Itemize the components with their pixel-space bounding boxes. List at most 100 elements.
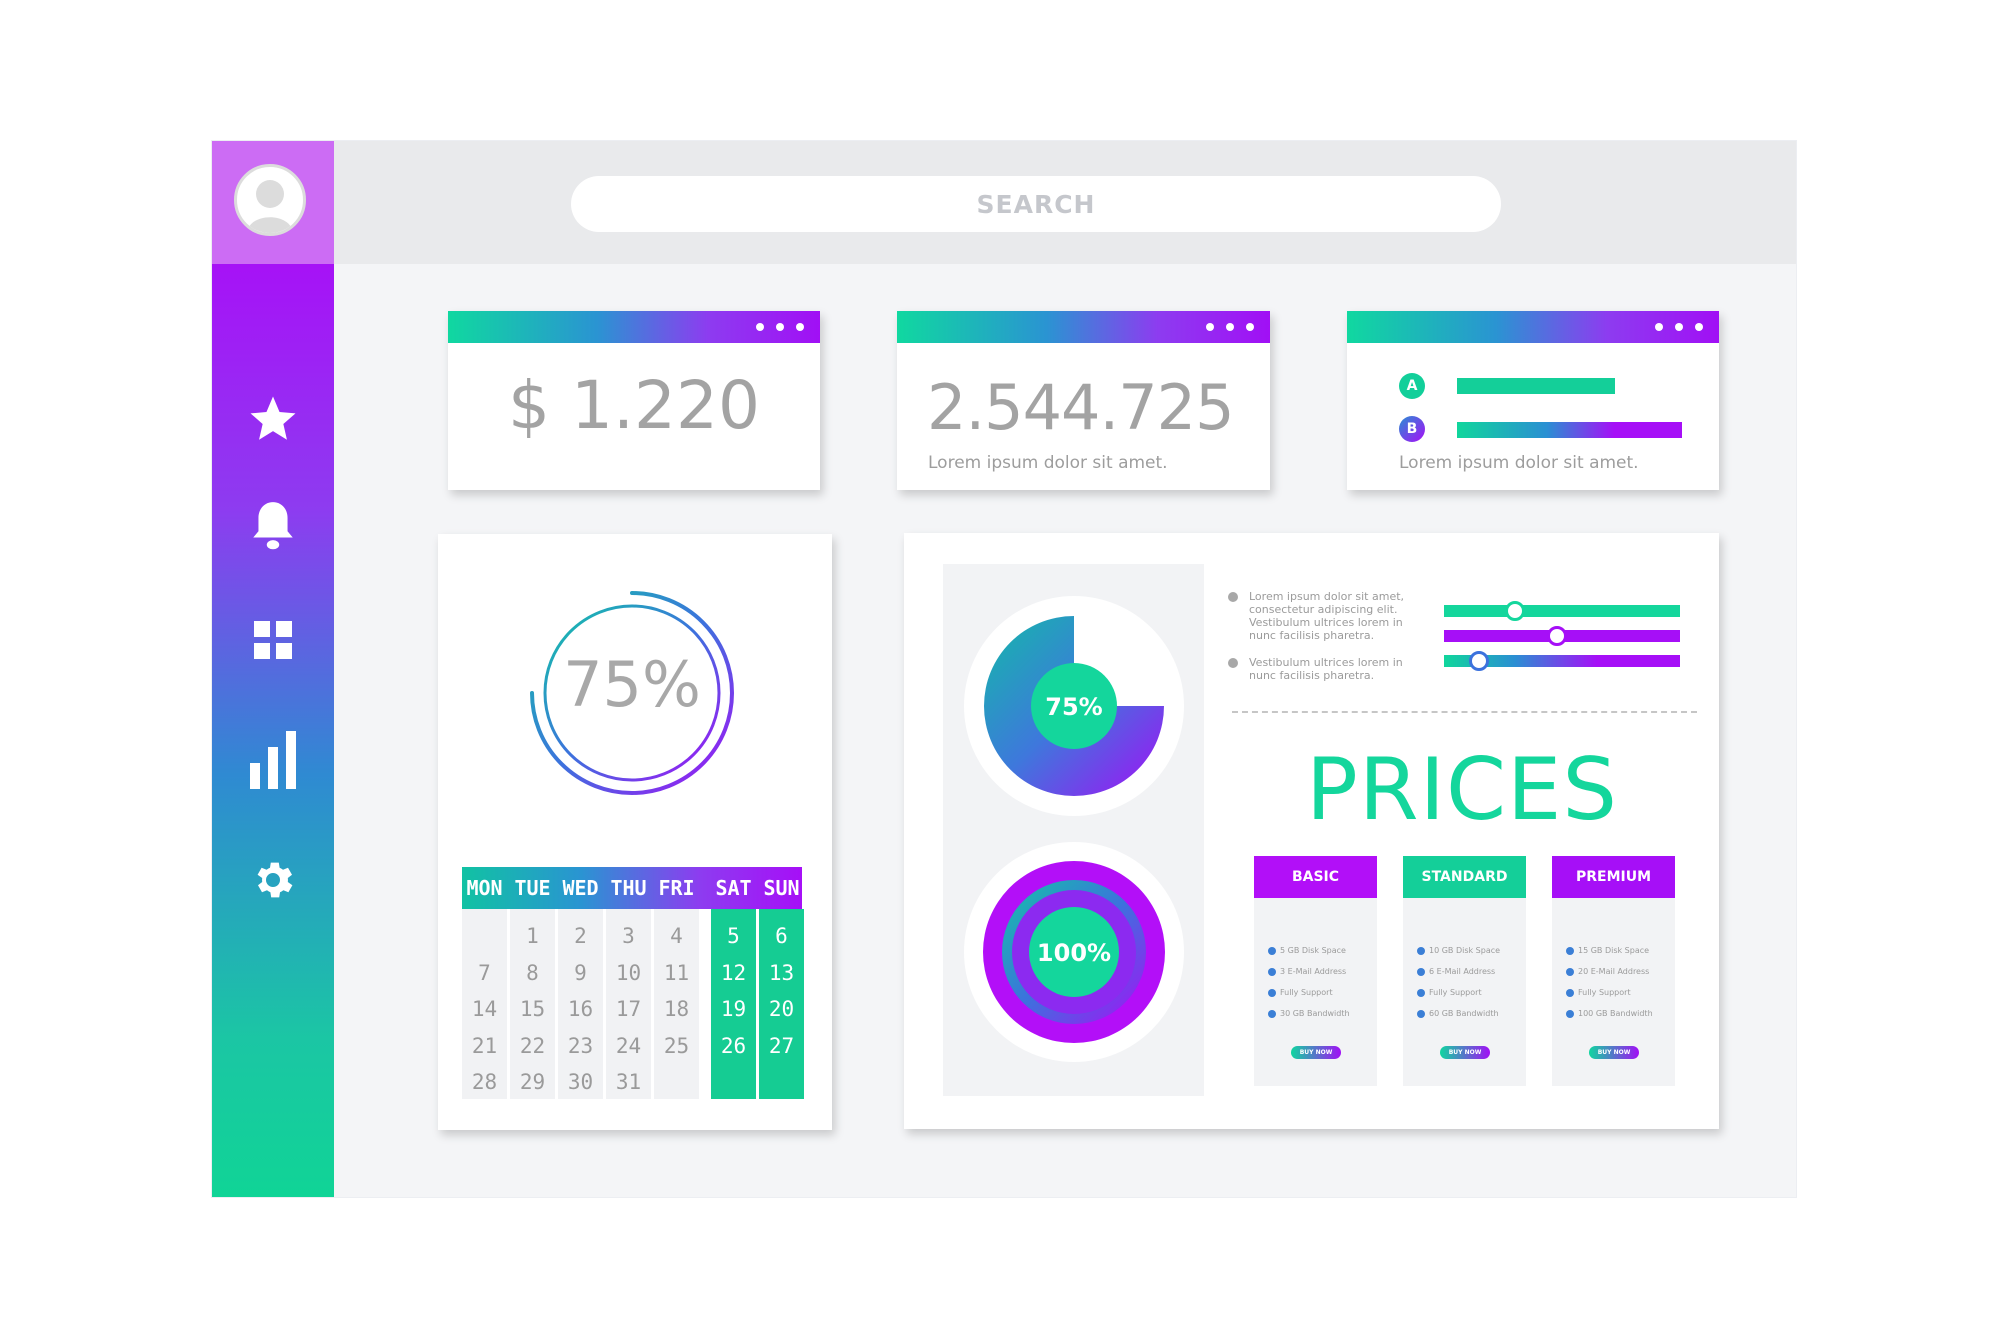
check-icon — [1417, 946, 1425, 955]
calendar-date[interactable]: 22 — [510, 1034, 555, 1058]
calendar-day-header: WED — [562, 876, 599, 900]
plan-feature-text: 100 GB Bandwidth — [1578, 1009, 1653, 1018]
bullet-icon — [1228, 658, 1238, 668]
check-icon — [1417, 1009, 1425, 1018]
plan-feature-text: Fully Support — [1280, 988, 1333, 997]
bell-icon[interactable] — [243, 495, 303, 555]
note-2: Vestibulum ultrices lorem in nunc facilis… — [1249, 656, 1403, 682]
search-input[interactable]: SEARCH — [571, 176, 1501, 232]
calendar-date[interactable]: 12 — [711, 961, 756, 985]
plan-feature-text: Fully Support — [1578, 988, 1631, 997]
calendar-date[interactable]: 13 — [759, 961, 804, 985]
check-icon — [1268, 988, 1276, 997]
plan-standard: STANDARD 10 GB Disk Space 6 E-Mail Address… — [1403, 856, 1526, 1086]
calendar-date[interactable]: 15 — [510, 997, 555, 1021]
calendar-date[interactable]: 16 — [558, 997, 603, 1021]
check-icon — [1268, 967, 1276, 976]
calendar-date[interactable]: 23 — [558, 1034, 603, 1058]
compare-card: A B Lorem ipsum dolor sit amet. — [1347, 311, 1719, 490]
calendar-date[interactable]: 3 — [606, 924, 651, 948]
calendar-date[interactable]: 7 — [462, 961, 507, 985]
check-icon — [1268, 946, 1276, 955]
star-icon[interactable] — [243, 389, 303, 449]
user-icon — [247, 180, 293, 233]
calendar-date[interactable]: 5 — [711, 924, 756, 948]
calendar-date[interactable]: 14 — [462, 997, 507, 1021]
plan-feature: 3 E-Mail Address — [1268, 967, 1346, 976]
slider-thumb-1[interactable] — [1504, 601, 1525, 621]
plan-feature: 100 GB Bandwidth — [1566, 1009, 1653, 1018]
calendar-date[interactable]: 31 — [606, 1070, 651, 1094]
slider-track-1 — [1444, 605, 1680, 617]
donut-chart-75: 75% — [964, 596, 1184, 816]
plan-feature: Fully Support — [1268, 988, 1333, 997]
visits-caption: Lorem ipsum dolor sit amet. — [928, 453, 1168, 473]
calendar-date[interactable]: 28 — [462, 1070, 507, 1094]
calendar-date[interactable]: 6 — [759, 924, 804, 948]
calendar-date[interactable]: 17 — [606, 997, 651, 1021]
buy-now-button[interactable]: BUY NOW — [1440, 1046, 1490, 1059]
calendar-date[interactable]: 1 — [510, 924, 555, 948]
check-icon — [1566, 988, 1574, 997]
plan-feature-text: 6 E-Mail Address — [1429, 967, 1496, 976]
plan-basic: BASIC 5 GB Disk Space 3 E-Mail Address Full… — [1254, 856, 1377, 1086]
plan-feature-text: 3 E-Mail Address — [1280, 967, 1347, 976]
buy-now-button[interactable]: BUY NOW — [1589, 1046, 1639, 1059]
check-icon — [1268, 1009, 1276, 1018]
calendar-date[interactable]: 8 — [510, 961, 555, 985]
progress-label: 75% — [563, 648, 701, 721]
calendar-day-header: SUN — [763, 876, 800, 900]
buy-now-button[interactable]: BUY NOW — [1291, 1046, 1341, 1059]
more-options-icon[interactable] — [1655, 323, 1703, 331]
plan-feature: Fully Support — [1566, 988, 1631, 997]
plan-feature: 10 GB Disk Space — [1417, 946, 1500, 955]
note-1: Lorem ipsum dolor sit amet, consectetur a… — [1249, 590, 1405, 642]
compare-caption: Lorem ipsum dolor sit amet. — [1399, 453, 1639, 473]
calendar-date[interactable]: 30 — [558, 1070, 603, 1094]
check-icon — [1417, 988, 1425, 997]
calendar-date[interactable]: 21 — [462, 1034, 507, 1058]
plan-name: PREMIUM — [1552, 856, 1675, 898]
plan-feature: 15 GB Disk Space — [1566, 946, 1649, 955]
donut-chart-100: 100% — [964, 842, 1184, 1062]
bar-chart-icon[interactable] — [243, 730, 303, 790]
calendar-date[interactable]: 4 — [654, 924, 699, 948]
calendar-date[interactable]: 27 — [759, 1034, 804, 1058]
calendar-date[interactable]: 25 — [654, 1034, 699, 1058]
check-icon — [1566, 967, 1574, 976]
calendar-date[interactable]: 11 — [654, 961, 699, 985]
avatar[interactable] — [234, 164, 306, 236]
revenue-value: $ 1.220 — [508, 367, 760, 444]
card-header — [897, 311, 1270, 343]
gear-icon[interactable] — [243, 850, 303, 910]
card-header — [1347, 311, 1719, 343]
calendar-date[interactable]: 10 — [606, 961, 651, 985]
more-options-icon[interactable] — [1206, 323, 1254, 331]
calendar-day-header: SAT — [715, 876, 752, 900]
plan-premium: PREMIUM 15 GB Disk Space 20 E-Mail Address… — [1552, 856, 1675, 1086]
calendar-date[interactable]: 20 — [759, 997, 804, 1021]
prices-title: PRICES — [1306, 740, 1618, 840]
calendar-date[interactable]: 24 — [606, 1034, 651, 1058]
revenue-card: $ 1.220 — [448, 311, 820, 490]
plan-feature-text: 5 GB Disk Space — [1280, 946, 1346, 955]
plan-feature-text: Fully Support — [1429, 988, 1482, 997]
donut-75-label: 75% — [1045, 693, 1102, 721]
calendar-date[interactable]: 26 — [711, 1034, 756, 1058]
divider — [1232, 711, 1697, 713]
plan-feature-text: 30 GB Bandwidth — [1280, 1009, 1350, 1018]
calendar-date[interactable]: 18 — [654, 997, 699, 1021]
calendar-date[interactable]: 2 — [558, 924, 603, 948]
visits-card: 2.544.725 Lorem ipsum dolor sit amet. — [897, 311, 1270, 490]
plan-feature: 5 GB Disk Space — [1268, 946, 1346, 955]
calendar-date[interactable]: 9 — [558, 961, 603, 985]
calendar-day-header: MON — [466, 876, 503, 900]
calendar-date[interactable]: 29 — [510, 1070, 555, 1094]
grid-icon[interactable] — [243, 610, 303, 670]
more-options-icon[interactable] — [756, 323, 804, 331]
plan-name: STANDARD — [1403, 856, 1526, 898]
plan-feature-text: 15 GB Disk Space — [1578, 946, 1650, 955]
calendar-date[interactable]: 19 — [711, 997, 756, 1021]
check-icon — [1566, 946, 1574, 955]
plan-feature-text: 10 GB Disk Space — [1429, 946, 1501, 955]
